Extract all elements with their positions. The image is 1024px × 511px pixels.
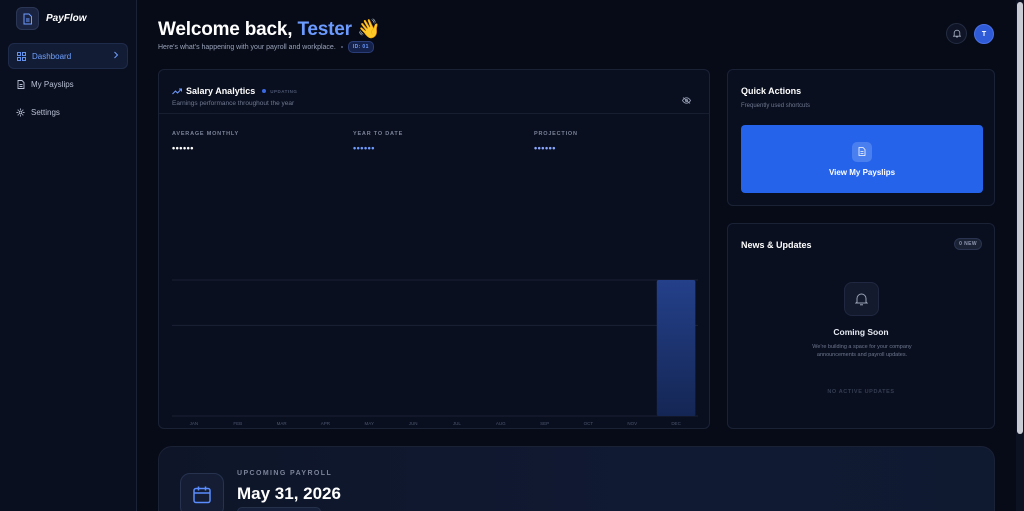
avatar[interactable]: T — [974, 24, 994, 44]
payroll-label: UPCOMING PAYROLL — [237, 470, 333, 477]
document-icon — [852, 141, 872, 162]
tick-label-jan: JAN — [190, 421, 199, 426]
notifications-button[interactable] — [946, 23, 967, 44]
view-my-payslips-button[interactable]: View My Payslips — [741, 125, 983, 193]
quick-actions-subtitle: Frequently used shortcuts — [741, 103, 811, 109]
sidebar-item-my-payslips[interactable]: My Payslips — [8, 71, 128, 97]
gear-icon — [16, 108, 25, 117]
sidebar-item-dashboard[interactable]: Dashboard — [8, 43, 128, 69]
tick-label-apr: APR — [321, 421, 331, 426]
tick-label-nov: NOV — [627, 421, 637, 426]
tick-label-jul: JUL — [453, 421, 461, 426]
brand[interactable]: PayFlow — [16, 7, 87, 30]
news-empty-description: We're building a space for your company … — [812, 344, 912, 358]
upcoming-payroll-card: UPCOMING PAYROLL May 31, 2026 — [158, 446, 995, 511]
sidebar-item-settings[interactable]: Settings — [8, 99, 128, 125]
news-count-badge: 0 NEW — [954, 238, 982, 250]
salary-chart: JAN FEB MAR APR MAY JUN JUL AUG SEP OCT NOV DEC — [172, 279, 698, 426]
bell-icon — [952, 25, 961, 43]
bell-icon — [844, 282, 879, 316]
news-title: News & Updates — [741, 240, 812, 250]
tick-label-sep: SEP — [540, 421, 549, 426]
scrollbar-thumb[interactable] — [1017, 2, 1023, 434]
tick-label-dec: DEC — [671, 421, 681, 426]
document-icon — [16, 79, 25, 89]
sidebar-nav: Dashboard My Payslips Settings — [8, 43, 128, 127]
quick-actions-title: Quick Actions — [741, 86, 802, 96]
subtitle-text: Here's what's happening with your payrol… — [158, 43, 336, 51]
salary-analytics-card: Salary Analytics UPDATING Earnings perfo… — [158, 69, 710, 429]
news-updates-card: News & Updates 0 NEW Coming Soon We're b… — [727, 223, 995, 429]
view-my-payslips-label: View My Payslips — [828, 167, 896, 177]
tick-label-oct: OCT — [584, 421, 594, 426]
tick-label-jun: JUN — [409, 421, 418, 426]
news-empty-status: NO ACTIVE UPDATES — [827, 389, 895, 395]
wave-icon: 👋 — [356, 19, 381, 40]
tick-label-feb: FEB — [233, 421, 242, 426]
news-empty-heading: Coming Soon — [833, 327, 889, 337]
payroll-status-pill — [237, 507, 321, 511]
sidebar-item-label: Dashboard — [32, 51, 72, 61]
tick-label-mar: MAR — [277, 421, 288, 426]
sidebar-item-label: My Payslips — [31, 79, 74, 89]
page-title: Welcome back, Tester 👋 — [158, 17, 381, 41]
greeting: Welcome back, — [158, 19, 293, 40]
sidebar-item-label: Settings — [31, 107, 60, 117]
user-name: Tester — [297, 19, 352, 40]
app-root: PayFlow Dashboard My Payslips Settings W… — [0, 0, 1024, 511]
payroll-date: May 31, 2026 — [237, 484, 341, 503]
scrollbar[interactable] — [1016, 0, 1024, 511]
brand-name: PayFlow — [46, 13, 87, 24]
bar-dec[interactable] — [656, 280, 696, 416]
chevron-right-icon — [113, 51, 119, 61]
quick-actions-card: Quick Actions Frequently used shortcuts … — [727, 69, 995, 206]
grid-icon — [17, 51, 26, 61]
calendar-icon — [180, 473, 224, 511]
tick-label-may: MAY — [365, 421, 374, 426]
id-badge: ID: 01 — [347, 41, 374, 53]
tick-label-aug: AUG — [496, 421, 506, 426]
separator-dot — [340, 46, 343, 48]
document-icon — [16, 7, 39, 30]
page-subtitle: Here's what's happening with your payrol… — [158, 41, 374, 53]
sidebar: PayFlow Dashboard My Payslips Settings — [0, 0, 137, 511]
